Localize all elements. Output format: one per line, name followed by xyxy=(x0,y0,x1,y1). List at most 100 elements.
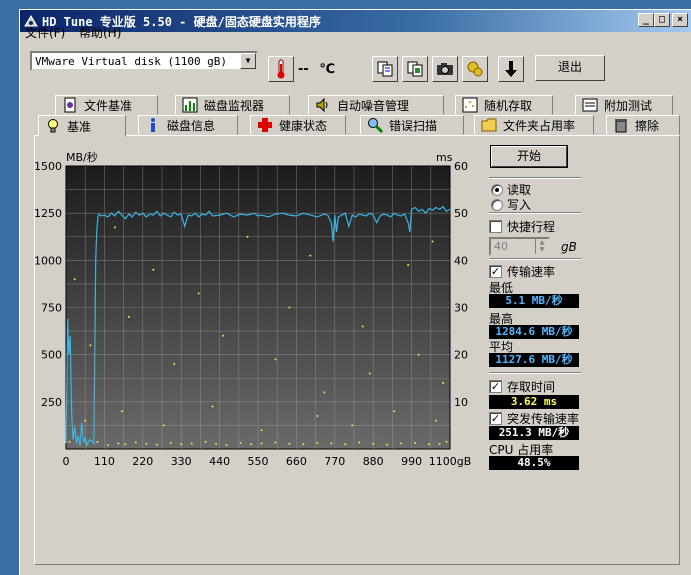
burst-rate-checkbox[interactable]: ✓ 突发传输速率 xyxy=(489,410,579,427)
tab-health[interactable]: 健康状态 xyxy=(250,115,346,135)
access-time-point xyxy=(386,443,389,446)
start-button[interactable]: 开始 xyxy=(490,145,568,168)
magnifier-icon xyxy=(368,118,383,133)
access-time-point xyxy=(431,240,434,243)
tab-disk-monitor[interactable]: 磁盘监视器 xyxy=(175,95,290,115)
stepper-arrows-icon[interactable]: ▲ ▼ xyxy=(535,239,548,254)
tab-error-scan[interactable]: 错误扫描 xyxy=(360,115,464,135)
y2-tick-label: 10 xyxy=(454,396,468,409)
temperature-unit: ℃ xyxy=(319,62,336,77)
tab-random-access[interactable]: 随机存取 xyxy=(455,95,553,115)
exit-button[interactable]: 退出 xyxy=(535,55,605,81)
access-time-point xyxy=(302,443,305,446)
checkbox-indicator[interactable] xyxy=(489,220,502,233)
tab-label: 随机存取 xyxy=(484,98,533,113)
trash-icon xyxy=(615,119,627,133)
benchmark-chart: MB/秒 ms 0 110 220 330 440 550 660 770 880 990 1100… xyxy=(34,150,472,468)
radio-indicator[interactable] xyxy=(491,198,503,211)
temperature-value: -- xyxy=(298,62,309,77)
y-axis-title: MB/秒 xyxy=(66,150,98,164)
y-tick-label: 500 xyxy=(41,349,62,362)
radio-indicator[interactable] xyxy=(491,183,503,196)
access-time-point xyxy=(134,441,137,444)
tab-benchmark[interactable]: 基准 xyxy=(38,115,126,137)
temperature-button[interactable] xyxy=(268,56,294,82)
access-time-point xyxy=(113,226,116,229)
short-stroke-unit: gB xyxy=(561,240,577,254)
scatter-icon xyxy=(462,97,478,113)
access-time-point xyxy=(225,444,228,447)
y2-tick-label: 30 xyxy=(454,302,468,315)
tab-label: 文件基准 xyxy=(84,98,133,113)
access-time-point xyxy=(372,442,375,445)
checkbox-indicator[interactable]: ✓ xyxy=(489,265,502,278)
separator xyxy=(489,258,581,260)
access-time-point xyxy=(73,278,76,281)
y-tick-label: 1500 xyxy=(34,160,62,173)
screenshot-button[interactable] xyxy=(432,56,458,82)
tab-extra-tests[interactable]: 附加测试 xyxy=(575,95,673,115)
max-value: 1284.6 MB/秒 xyxy=(489,325,579,339)
tab-disk-info[interactable]: 磁盘信息 xyxy=(138,115,238,135)
tab-folder-usage[interactable]: 文件夹占用率 xyxy=(474,115,594,135)
info-icon xyxy=(151,118,155,132)
access-time-point xyxy=(330,442,333,445)
short-stroke-label: 快捷行程 xyxy=(507,220,556,234)
menu-bar: 文件(F) 帮助(H) xyxy=(19,22,691,40)
tab-label: 附加测试 xyxy=(604,98,653,113)
copy-icon xyxy=(377,61,393,77)
access-time-point xyxy=(246,235,249,238)
tab-aam[interactable]: 自动噪音管理 xyxy=(308,95,444,115)
camera-icon xyxy=(437,63,453,75)
access-time-point xyxy=(84,419,87,422)
avg-value: 1127.6 MB/秒 xyxy=(489,353,579,367)
access-time-point xyxy=(438,442,441,445)
write-radio[interactable]: 写入 xyxy=(491,196,531,213)
access-time-point xyxy=(117,442,120,445)
x-tick-label: 110 xyxy=(94,455,115,468)
access-time-point xyxy=(127,315,130,318)
access-time-point xyxy=(222,334,225,337)
chevron-down-icon[interactable]: ▼ xyxy=(240,53,256,69)
access-time-point xyxy=(407,264,410,267)
access-time-point xyxy=(260,442,263,445)
x-tick-label: 660 xyxy=(286,455,307,468)
wrench-icon xyxy=(467,61,483,77)
access-time-point xyxy=(120,410,123,413)
tab-label: 文件夹占用率 xyxy=(503,118,576,133)
access-time-point xyxy=(351,424,354,427)
access-time-point xyxy=(442,381,445,384)
x-tick-label: 1100gB xyxy=(429,455,472,468)
thermometer-icon xyxy=(277,59,285,79)
folder-icon xyxy=(481,118,497,132)
access-time-point xyxy=(215,442,218,445)
y2-tick-label: 50 xyxy=(454,207,468,220)
access-time-point xyxy=(190,442,193,445)
checkbox-indicator[interactable]: ✓ xyxy=(489,380,502,393)
access-time-point xyxy=(89,344,92,347)
tab-erase[interactable]: 擦除 xyxy=(606,115,680,135)
access-time-point xyxy=(417,353,420,356)
menu-help[interactable]: 帮助(H) xyxy=(79,24,121,41)
access-time-point xyxy=(288,442,291,445)
access-time-point xyxy=(344,443,347,446)
checkbox-indicator[interactable]: ✓ xyxy=(489,412,502,425)
separator xyxy=(489,177,581,179)
copy-text-button[interactable] xyxy=(372,56,398,82)
access-time-point xyxy=(316,414,319,417)
access-time-point xyxy=(180,443,183,446)
tab-file-benchmark[interactable]: 文件基准 xyxy=(55,95,158,115)
access-time-point xyxy=(260,429,263,432)
save-button[interactable] xyxy=(498,56,524,82)
copy-image-button[interactable] xyxy=(402,56,428,82)
short-stroke-stepper[interactable]: 40 ▲ ▼ xyxy=(489,237,550,256)
tab-label: 擦除 xyxy=(635,118,660,133)
access-time-point xyxy=(96,440,99,443)
transfer-rate-checkbox[interactable]: ✓ 传输速率 xyxy=(489,263,555,280)
short-stroke-checkbox[interactable]: 快捷行程 xyxy=(489,218,555,235)
access-time-point xyxy=(239,441,242,444)
access-time-checkbox[interactable]: ✓ 存取时间 xyxy=(489,378,555,395)
options-button[interactable] xyxy=(462,56,488,82)
disk-select[interactable]: VMware Virtual disk (1100 gB) ▼ xyxy=(30,51,258,71)
menu-file[interactable]: 文件(F) xyxy=(25,24,65,41)
